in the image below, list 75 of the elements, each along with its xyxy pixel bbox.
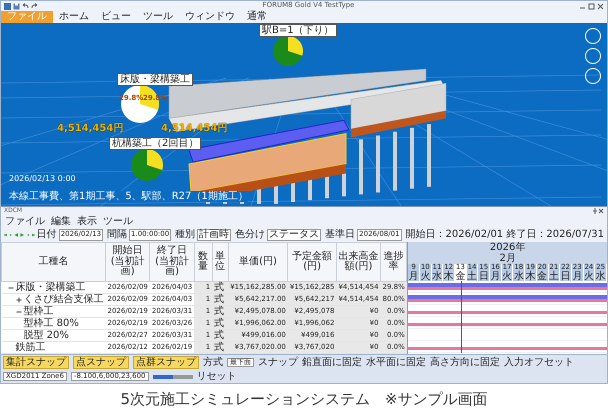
gantt-year-header: 2026年 [408,242,607,253]
column-header[interactable]: 開始日(当初計画) [106,242,150,282]
column-header[interactable]: 単位 [212,242,228,282]
menu-tab[interactable]: 通常 [241,11,273,23]
column-header[interactable]: 終了日(当初計画) [150,242,194,282]
column-header[interactable]: 単価(円) [228,242,288,282]
task-name: 床版・梁構築工 [16,282,86,293]
save-icon[interactable] [13,2,20,10]
collapse-icon[interactable] [16,308,22,314]
pin-icon[interactable] [592,208,598,214]
menu-item[interactable]: 編集 [51,216,71,226]
column-header[interactable]: 出来高金額(円) [336,242,381,282]
menu-item[interactable]: 表示 [77,216,97,226]
date-range-text: 開始日：2026/02/01 終了日：2026/07/31 [406,229,604,240]
menu-tab[interactable]: ツール [137,11,179,23]
menu-tab[interactable]: ホーム [53,11,95,23]
timestamp: 2026/02/13 0:00 [9,175,76,184]
task-name: くさび結合支保工 [24,294,104,305]
toolbar-option[interactable]: スナップ [258,357,298,368]
task-name: 型枠工 80% [24,318,79,329]
field-label: 基準日 [325,229,356,240]
column-header[interactable]: 工種名 [2,242,106,282]
redo-icon[interactable] [31,2,38,10]
column-header[interactable]: 進捗率 [380,242,407,282]
field-label: 間隔 [107,229,128,240]
pie-label: 床版・梁構築工 [117,73,193,86]
zoom-slider[interactable] [152,374,192,378]
menu-item[interactable]: ツール [103,216,133,226]
caption-text: 5次元施工シミュレーションシステム ※サンプル画面 [120,390,488,408]
collapse-icon[interactable] [8,284,14,290]
expand-icon[interactable] [16,296,22,302]
table-cell: 式 [212,282,228,294]
undo-icon[interactable] [22,2,29,10]
snap-toggle[interactable]: 点群スナップ [133,356,199,369]
task-name: 型枠工 [24,306,54,317]
method-label: 方式 [203,357,223,368]
snap-toggle[interactable]: 集計スナップ [3,356,69,369]
pie-label: 駅B=1（下り） [259,24,337,37]
close-icon[interactable] [598,208,604,214]
toolbar-option[interactable]: 鉛直面に固定 [302,357,362,368]
table-cell: 式 [212,318,228,330]
toolbar-option[interactable]: 入力オフセット [504,357,574,368]
field-label: 日付 [36,229,57,240]
today-line [460,281,462,353]
column-header[interactable]: 予定金額(円) [288,242,336,282]
close-icon[interactable] [597,2,604,10]
reset-button[interactable]: リセット [196,371,236,382]
dropdown-field[interactable]: 計画時 [197,228,232,240]
table-cell: 式 [212,306,228,318]
task-name: 鉄筋工 [16,342,46,353]
table-cell: 式 [212,342,228,354]
snap-toggle[interactable]: 点スナップ [73,356,129,369]
pie-label: 杭構築工（2回目） [109,137,202,150]
menu-item[interactable]: ファイル [5,216,45,226]
toolbar-option[interactable]: 水平面に固定 [366,357,426,368]
dropdown-field[interactable]: ステータス [267,228,322,240]
first-icon[interactable] [4,230,7,238]
task-name: 脱型 20% [24,330,69,341]
view-control-button[interactable] [585,48,601,64]
app-icon[interactable] [4,2,11,10]
table-cell: 式 [212,294,228,306]
table-cell: 式 [212,330,228,342]
column-header[interactable]: 数量 [194,242,212,282]
gantt-month-header: 2月 [408,253,607,264]
field-label: 色分け [235,229,266,240]
maximize-icon[interactable] [588,2,595,10]
last-icon[interactable] [32,230,35,238]
pie-value: 4,514,454円 [57,123,124,134]
menu-tab[interactable]: ウィンドウ [179,11,241,23]
menu-tab[interactable]: ビュー [95,11,137,23]
view-control-button[interactable] [585,68,601,84]
scene-info-text: 本線工事費、第1期工事、5、駅部、R27（1期施工） [9,191,248,202]
view-control-button[interactable] [585,28,601,44]
field-label: 種別 [175,229,196,240]
toolbar-option[interactable]: 高さ方向に固定 [430,357,500,368]
